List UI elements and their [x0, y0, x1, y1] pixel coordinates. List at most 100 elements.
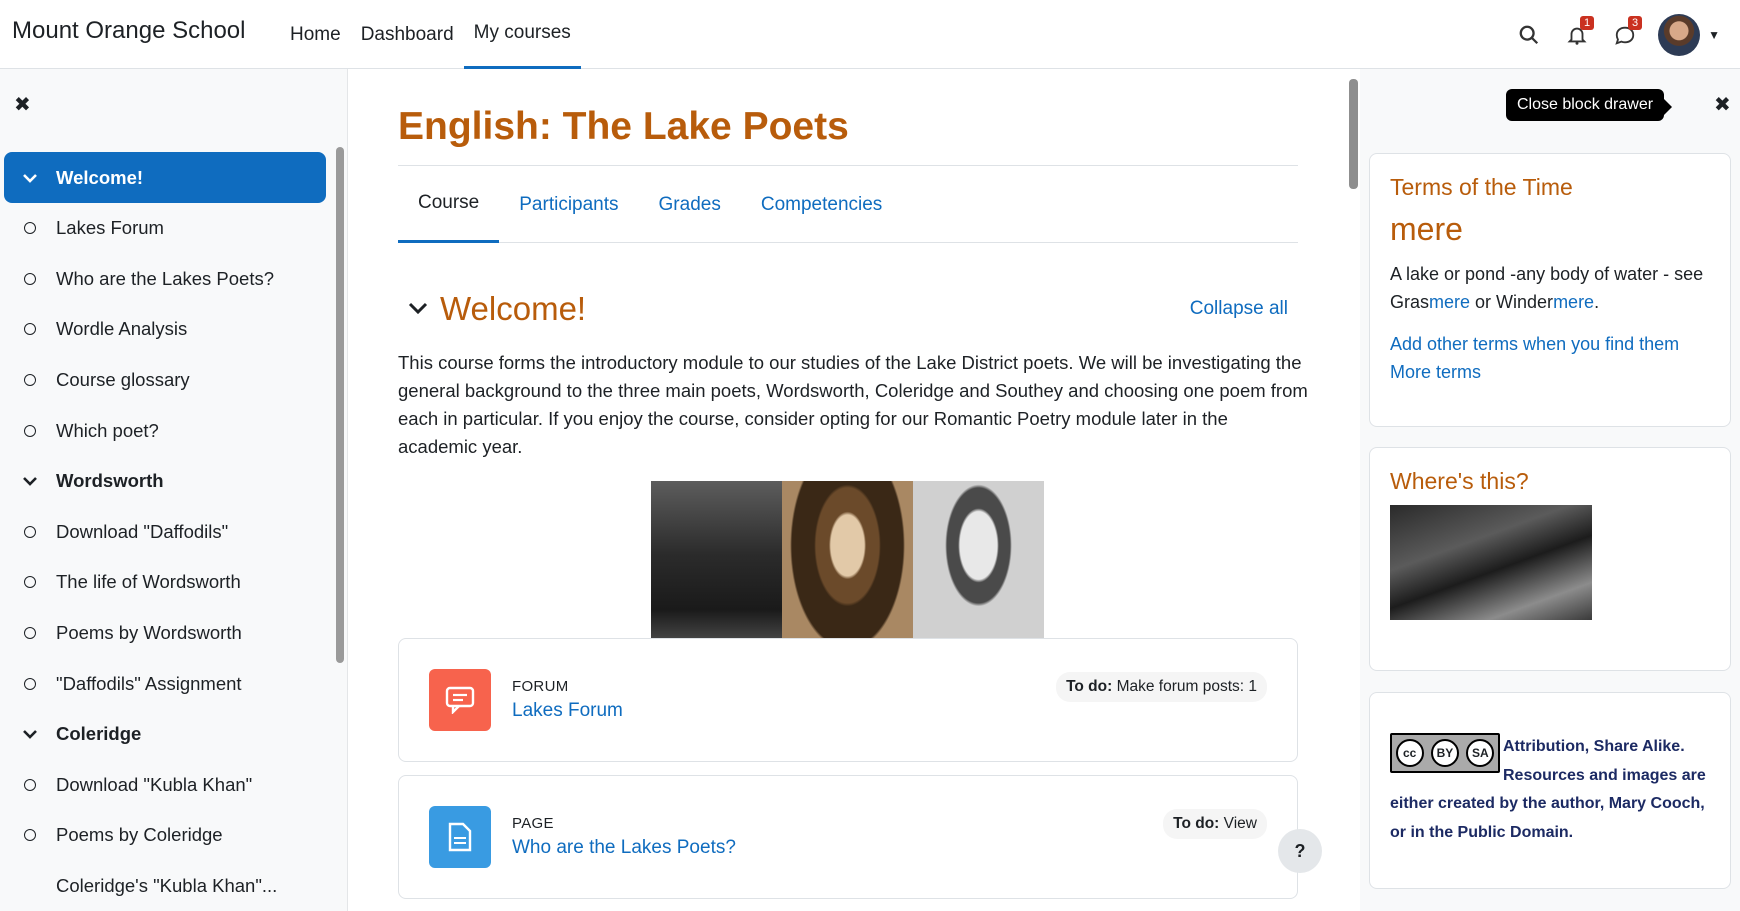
primary-navigation: Home Dashboard My courses: [280, 0, 581, 69]
completion-circle-icon: [18, 778, 42, 791]
add-terms-link[interactable]: Add other terms when you find them: [1390, 330, 1710, 358]
course-index-label: Coleridge: [56, 723, 142, 745]
tab-grades[interactable]: Grades: [639, 166, 741, 243]
help-button[interactable]: ?: [1278, 829, 1322, 873]
messages-icon[interactable]: 3: [1610, 15, 1643, 50]
more-terms-link[interactable]: More terms: [1390, 358, 1710, 386]
course-index-activity[interactable]: Course glossary: [4, 355, 326, 406]
course-index-activity[interactable]: Lakes Forum: [4, 203, 326, 254]
course-index-label: The life of Wordsworth: [56, 571, 241, 593]
course-content: English: The Lake Poets Course Participa…: [348, 69, 1348, 911]
term-link[interactable]: mere: [1553, 292, 1594, 312]
user-navigation: 1 3 ▼: [1514, 0, 1720, 69]
completion-circle-icon: [18, 272, 42, 285]
course-index-activity[interactable]: The life of Wordsworth: [4, 557, 326, 608]
terms-block: Terms of the Time mere A lake or pond -a…: [1369, 153, 1731, 427]
tab-competencies[interactable]: Competencies: [741, 166, 902, 243]
course-index-label: Poems by Coleridge: [56, 824, 223, 846]
course-index-drawer: ✖ Welcome! Lakes Forum Who are the Lakes P…: [0, 69, 348, 911]
term-link[interactable]: mere: [1429, 292, 1470, 312]
course-index-activity[interactable]: Poems by Coleridge: [4, 810, 326, 861]
tab-participants[interactable]: Participants: [499, 166, 638, 243]
course-index-label: Poems by Wordsworth: [56, 622, 242, 644]
completion-circle-icon: [18, 374, 42, 387]
course-index-activity[interactable]: Who are the Lakes Poets?: [4, 254, 326, 305]
completion-circle-icon: [18, 576, 42, 589]
todo-value: View: [1223, 815, 1257, 832]
notifications-badge: 1: [1580, 15, 1595, 30]
sa-icon: SA: [1466, 739, 1495, 767]
content-scrollbar[interactable]: [1349, 79, 1358, 189]
course-index-activity[interactable]: Coleridge's "Kubla Khan"...: [4, 861, 326, 911]
messages-badge: 3: [1628, 15, 1643, 30]
course-index-list: Welcome! Lakes Forum Who are the Lakes Poe…: [4, 152, 326, 911]
site-brand[interactable]: Mount Orange School: [12, 17, 245, 45]
collapse-all-link[interactable]: Collapse all: [1190, 298, 1288, 320]
definition-text: .: [1594, 292, 1600, 312]
course-index-section[interactable]: Coleridge: [4, 709, 326, 760]
course-index-activity[interactable]: Download "Daffodils": [4, 507, 326, 558]
activity-card: PAGE Who are the Lakes Poets? To do: Vie…: [398, 775, 1298, 899]
secondary-navigation: Course Participants Grades Competencies: [398, 166, 1298, 243]
course-index-label: Coleridge's "Kubla Khan"...: [56, 875, 278, 897]
chevron-down-icon[interactable]: ▼: [1708, 28, 1720, 42]
course-index-activity[interactable]: Download "Kubla Khan": [4, 760, 326, 811]
definition-text: or Winder: [1470, 292, 1554, 312]
course-index-label: Welcome!: [56, 166, 144, 188]
course-index-label: Which poet?: [56, 419, 159, 441]
course-index-label: "Daffodils" Assignment: [56, 672, 242, 694]
course-index-section[interactable]: Wordsworth: [4, 456, 326, 507]
cc-icon: cc: [1395, 739, 1424, 767]
forum-icon[interactable]: [429, 669, 491, 731]
activity-link[interactable]: Who are the Lakes Poets?: [512, 837, 736, 859]
notifications-bell-icon[interactable]: 1: [1562, 15, 1595, 50]
course-index-section[interactable]: Welcome!: [4, 152, 326, 203]
course-index-activity[interactable]: Which poet?: [4, 405, 326, 456]
completion-status: To do: View: [1163, 809, 1267, 839]
completion-status: To do: Make forum posts: 1: [1056, 672, 1267, 702]
course-index-label: Wordle Analysis: [56, 318, 188, 340]
license-block: cc BY SA Attribution, Share Alike. Resou…: [1369, 692, 1731, 889]
user-avatar[interactable]: [1658, 13, 1701, 56]
chevron-down-icon[interactable]: [18, 173, 42, 183]
completion-circle-icon: [18, 627, 42, 640]
section-header: Welcome! Collapse all: [398, 284, 1298, 334]
location-photo[interactable]: [1390, 505, 1592, 620]
activity-type: FORUM: [512, 678, 569, 695]
block-title: Terms of the Time: [1390, 174, 1573, 200]
nav-home[interactable]: Home: [280, 0, 351, 69]
activity-link[interactable]: Lakes Forum: [512, 700, 623, 722]
chevron-down-icon[interactable]: [18, 729, 42, 740]
wheres-this-block: Where's this?: [1369, 447, 1731, 671]
drawer-scrollbar[interactable]: [336, 147, 344, 663]
block-title: Where's this?: [1390, 468, 1529, 494]
course-index-activity[interactable]: Poems by Wordsworth: [4, 608, 326, 659]
chevron-down-icon[interactable]: [398, 298, 440, 321]
tab-course[interactable]: Course: [398, 166, 500, 243]
creative-commons-badge[interactable]: cc BY SA: [1390, 733, 1500, 773]
nav-dashboard[interactable]: Dashboard: [351, 0, 464, 69]
section-summary: This course forms the introductory modul…: [398, 352, 1308, 457]
by-icon: BY: [1430, 739, 1459, 767]
course-index-label: Download "Daffodils": [56, 520, 229, 542]
section-title: Welcome!: [440, 290, 587, 327]
search-icon[interactable]: [1514, 20, 1544, 50]
course-index-label: Wordsworth: [56, 470, 164, 492]
course-index-activity[interactable]: Wordle Analysis: [4, 304, 326, 355]
completion-circle-icon: [18, 829, 42, 842]
block-drawer: Close block drawer ✖ Terms of the Time m…: [1360, 69, 1740, 911]
course-index-label: Course glossary: [56, 369, 190, 391]
top-navbar: Mount Orange School Home Dashboard My co…: [0, 0, 1740, 69]
completion-circle-icon: [18, 222, 42, 235]
close-icon[interactable]: ✖: [1714, 92, 1731, 117]
term-definition: A lake or pond -any body of water - see …: [1390, 260, 1710, 316]
course-index-activity[interactable]: "Daffodils" Assignment: [4, 658, 326, 709]
completion-circle-icon: [18, 424, 42, 437]
completion-circle-icon: [18, 323, 42, 336]
nav-my-courses[interactable]: My courses: [463, 0, 581, 69]
activity-type: PAGE: [512, 815, 554, 832]
close-icon[interactable]: ✖: [14, 92, 31, 117]
page-icon[interactable]: [429, 806, 491, 868]
chevron-down-icon[interactable]: [18, 476, 42, 487]
tooltip: Close block drawer: [1506, 89, 1673, 121]
